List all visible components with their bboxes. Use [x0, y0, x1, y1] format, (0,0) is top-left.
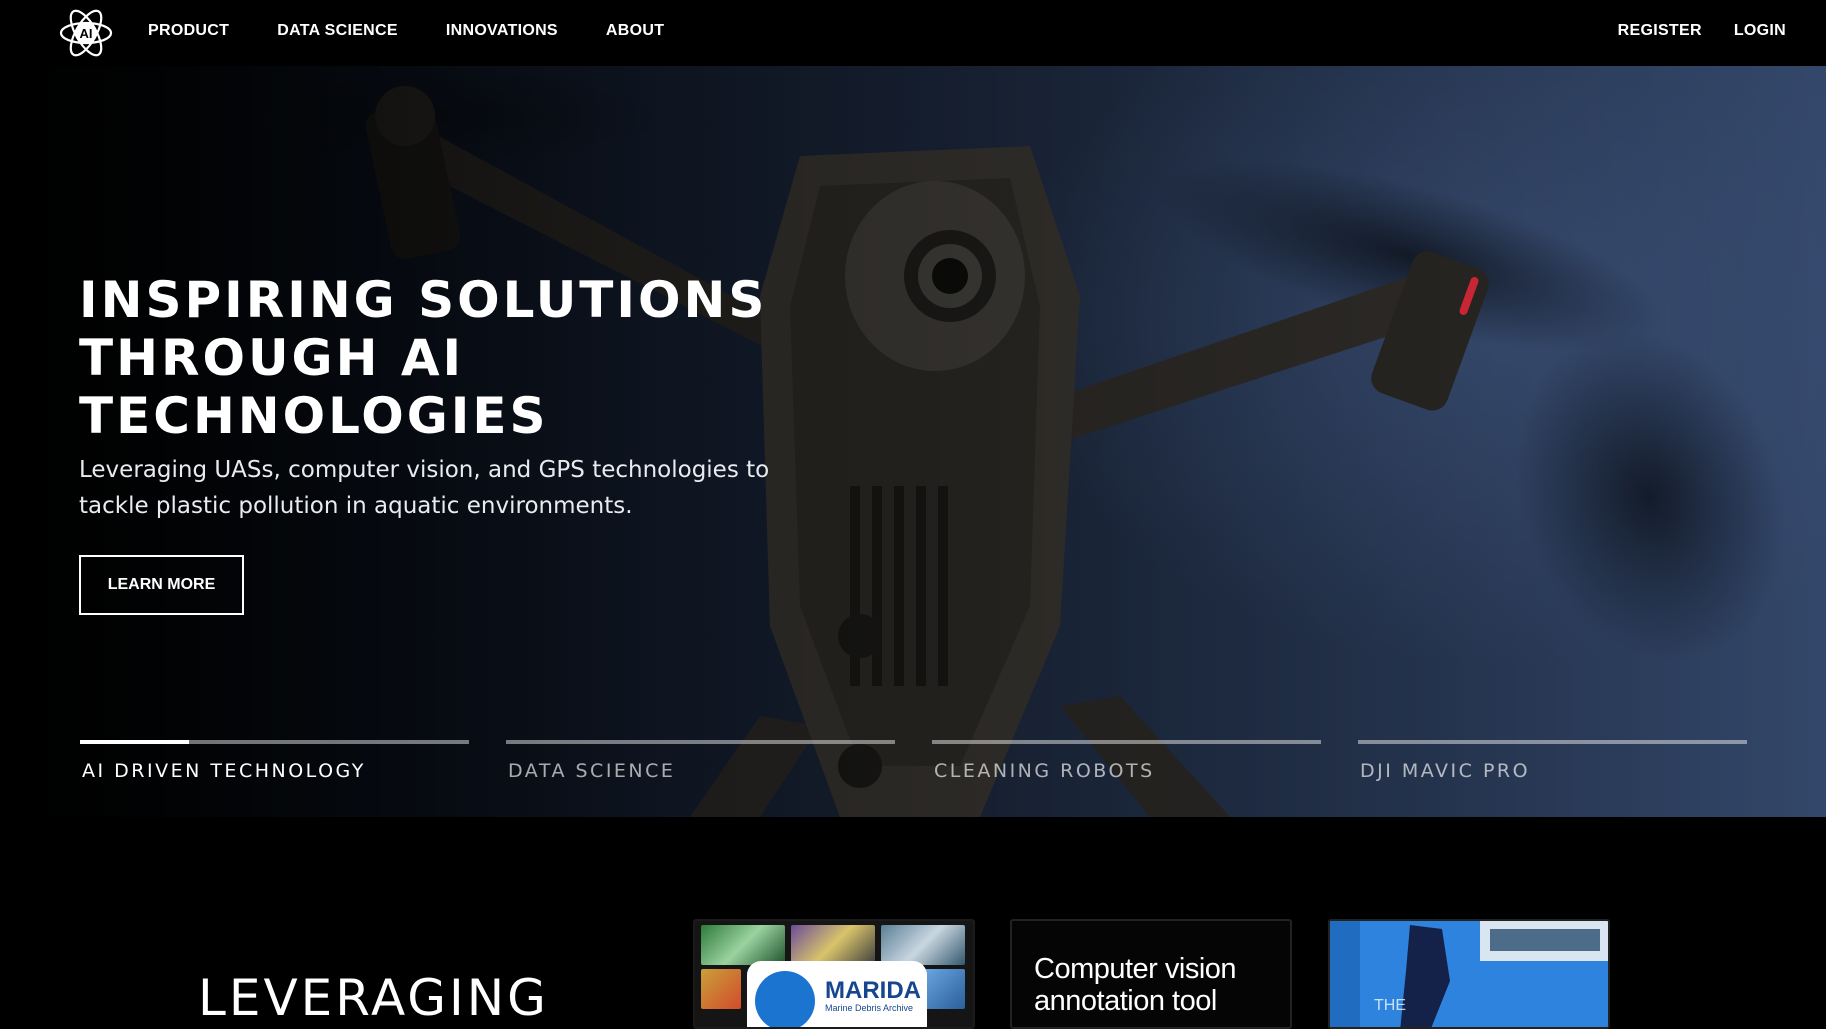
tab-label: DATA SCIENCE — [508, 760, 676, 782]
ship-text: THE — [1374, 997, 1406, 1014]
marida-logo-icon — [755, 971, 815, 1027]
tab-track — [932, 740, 1321, 744]
nav-data-science[interactable]: DATA SCIENCE — [277, 22, 398, 40]
cv-annotation-card[interactable]: Computer vision annotation tool — [1010, 919, 1292, 1029]
tab-ai-driven-technology[interactable]: AI DRIVEN TECHNOLOGY — [80, 740, 469, 800]
tab-cleaning-robots[interactable]: CLEANING ROBOTS — [932, 740, 1321, 800]
nav-about[interactable]: ABOUT — [606, 22, 664, 40]
debris-thumbnail — [701, 925, 785, 965]
hero-title: INSPIRING SOLUTIONS THROUGH AI TECHNOLOG… — [79, 271, 839, 445]
section-title: LEVERAGING — [198, 969, 549, 1027]
hero-banner: INSPIRING SOLUTIONS THROUGH AI TECHNOLOG… — [0, 66, 1826, 817]
tab-data-science[interactable]: DATA SCIENCE — [506, 740, 895, 800]
tab-dji-mavic-pro[interactable]: DJI MAVIC PRO — [1358, 740, 1747, 800]
atom-ai-logo-icon[interactable]: AI — [58, 5, 114, 61]
logo-text: AI — [80, 26, 93, 41]
ship-card[interactable]: THE — [1328, 919, 1610, 1029]
tab-track — [506, 740, 895, 744]
tab-label: CLEANING ROBOTS — [934, 760, 1155, 782]
tab-progress-bar — [80, 740, 189, 744]
hero-title-line: INSPIRING SOLUTIONS — [79, 271, 768, 329]
hero-title-line: THROUGH AI — [79, 329, 465, 387]
main-menu: PRODUCT DATA SCIENCE INNOVATIONS ABOUT — [148, 0, 712, 62]
register-link[interactable]: REGISTER — [1618, 22, 1702, 40]
leveraging-section: LEVERAGING MARIDA Marine Debris Archive … — [0, 817, 1826, 1029]
nav-innovations[interactable]: INNOVATIONS — [446, 22, 558, 40]
card-title: Computer vision annotation tool — [1034, 953, 1237, 1017]
nav-product[interactable]: PRODUCT — [148, 22, 229, 40]
hero-subtitle: Leveraging UASs, computer vision, and GP… — [79, 452, 799, 524]
tab-label: DJI MAVIC PRO — [1360, 760, 1531, 782]
debris-thumbnail — [881, 925, 965, 965]
debris-thumbnail — [701, 969, 741, 1009]
hero-title-line: TECHNOLOGIES — [79, 387, 549, 445]
learn-more-button[interactable]: LEARN MORE — [79, 555, 244, 615]
login-link[interactable]: LOGIN — [1734, 22, 1786, 40]
ship-photo — [1330, 921, 1608, 1027]
tab-track — [1358, 740, 1747, 744]
marida-name: MARIDA — [825, 977, 921, 1004]
account-links: REGISTER LOGIN — [1586, 0, 1786, 62]
hero-subtitle-line: tackle plastic pollution in aquatic envi… — [79, 493, 633, 519]
top-navbar: AI PRODUCT DATA SCIENCE INNOVATIONS ABOU… — [0, 0, 1826, 66]
tab-label: AI DRIVEN TECHNOLOGY — [82, 760, 366, 782]
debris-thumbnail — [925, 969, 965, 1009]
marida-subtitle: Marine Debris Archive — [825, 1003, 914, 1013]
carousel-tabs: AI DRIVEN TECHNOLOGY DATA SCIENCE CLEANI… — [80, 740, 1748, 800]
debris-thumbnail — [791, 925, 875, 965]
marida-card[interactable]: MARIDA Marine Debris Archive — [693, 919, 975, 1029]
marida-logo-badge: MARIDA Marine Debris Archive — [747, 961, 927, 1027]
hero-subtitle-line: Leveraging UASs, computer vision, and GP… — [79, 457, 770, 483]
